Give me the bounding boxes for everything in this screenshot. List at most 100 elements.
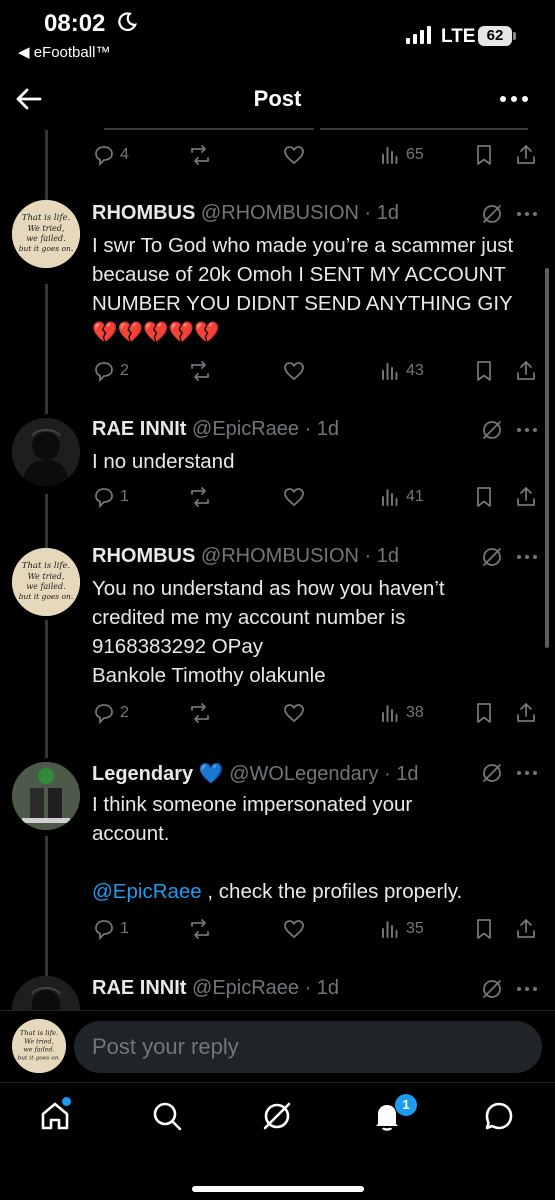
heart-icon — [284, 704, 304, 723]
reply-count: 1 — [120, 488, 129, 505]
thread-line — [45, 620, 48, 758]
bookmark-icon — [477, 703, 491, 723]
like-button[interactable] — [282, 482, 306, 512]
grok-icon[interactable] — [480, 761, 504, 785]
mention-link[interactable]: @EpicRaee — [92, 880, 202, 903]
author-name[interactable]: RHOMBUS — [92, 545, 195, 567]
like-button[interactable] — [282, 356, 306, 386]
svg-text:We tried,: We tried, — [28, 572, 65, 581]
like-button[interactable] — [282, 914, 306, 944]
share-button[interactable] — [514, 356, 538, 386]
like-button[interactable] — [282, 698, 306, 728]
avatar[interactable]: That is life. We tried, we failed. but i… — [12, 548, 80, 616]
status-time: 08:02 — [44, 10, 106, 37]
more-options-icon[interactable] — [514, 418, 540, 442]
grok-icon[interactable] — [480, 977, 504, 1001]
reply-count: 2 — [120, 704, 129, 721]
thread-line — [45, 130, 48, 200]
more-options-icon[interactable] — [498, 84, 530, 114]
share-button[interactable] — [514, 140, 538, 170]
author-name[interactable]: RAE INNIt — [92, 418, 186, 440]
share-icon — [517, 145, 535, 164]
reply-button[interactable]: 1 — [92, 482, 129, 512]
svg-text:but it goes on.: but it goes on. — [19, 592, 74, 601]
messages-icon[interactable] — [482, 1099, 516, 1133]
author-line: RAE INNIt @EpicRaee · 1d — [92, 977, 465, 1000]
share-icon — [517, 919, 535, 938]
repost-icon — [191, 487, 209, 507]
scrollbar[interactable] — [545, 268, 549, 648]
reply-text-line: credited me my account number is — [92, 606, 406, 629]
avatar[interactable] — [12, 418, 80, 486]
reply-composer: That is life. We tried, we failed. but i… — [0, 1010, 555, 1082]
author-handle[interactable]: @EpicRaee · 1d — [192, 977, 339, 999]
author-name[interactable]: RAE INNIt — [92, 977, 186, 999]
author-handle[interactable]: @WOLegendary · 1d — [229, 763, 418, 785]
repost-button[interactable] — [188, 914, 212, 944]
back-to-app-link[interactable]: ◀ eFootball™ — [18, 43, 110, 61]
more-options-icon[interactable] — [514, 545, 540, 569]
more-options-icon[interactable] — [514, 202, 540, 226]
author-line: RAE INNIt @EpicRaee · 1d — [92, 418, 465, 441]
reply-button[interactable]: 2 — [92, 698, 129, 728]
grok-icon[interactable] — [480, 202, 504, 226]
signal-icon — [406, 26, 431, 44]
views-button[interactable]: 43 — [378, 356, 424, 386]
heart-icon — [284, 920, 304, 939]
avatar[interactable] — [12, 762, 80, 830]
views-button[interactable]: 38 — [378, 698, 424, 728]
reply-button[interactable]: 4 — [92, 140, 129, 170]
reply-button[interactable]: 2 — [92, 356, 129, 386]
bookmark-button[interactable] — [472, 356, 496, 386]
reply-icon — [95, 146, 113, 167]
author-handle[interactable]: @EpicRaee · 1d — [192, 418, 339, 440]
share-button[interactable] — [514, 482, 538, 512]
reply-input[interactable] — [74, 1021, 542, 1073]
views-button[interactable]: 65 — [378, 140, 424, 170]
svg-text:we failed.: we failed. — [26, 234, 65, 243]
repost-button[interactable] — [188, 698, 212, 728]
reply-text-line: Bankole Timothy olakunle — [92, 664, 326, 687]
views-icon — [382, 705, 398, 722]
repost-button[interactable] — [188, 482, 212, 512]
like-button[interactable] — [282, 140, 306, 170]
heart-icon — [284, 488, 304, 507]
more-options-icon[interactable] — [514, 977, 540, 1001]
bookmark-button[interactable] — [472, 914, 496, 944]
bookmark-button[interactable] — [472, 140, 496, 170]
bookmark-button[interactable] — [472, 698, 496, 728]
grok-icon[interactable] — [480, 418, 504, 442]
repost-button[interactable] — [188, 140, 212, 170]
author-name[interactable]: Legendary — [92, 763, 193, 785]
repost-icon — [191, 145, 209, 165]
bookmark-button[interactable] — [472, 482, 496, 512]
reply-count: 1 — [120, 920, 129, 937]
author-handle[interactable]: @RHOMBUSION · 1d — [201, 545, 399, 567]
page-title: Post — [253, 86, 302, 111]
blue-heart-emoji: 💙 — [198, 763, 224, 785]
author-line: RHOMBUS @RHOMBUSION · 1d — [92, 202, 465, 225]
share-button[interactable] — [514, 698, 538, 728]
search-icon[interactable] — [150, 1099, 184, 1133]
views-count: 43 — [406, 362, 424, 379]
thread-line — [45, 494, 48, 548]
more-options-icon[interactable] — [514, 761, 540, 785]
my-avatar[interactable]: That is life. We tried, we failed. but i… — [12, 1019, 66, 1073]
views-button[interactable]: 35 — [378, 914, 424, 944]
repost-button[interactable] — [188, 356, 212, 386]
moon-icon — [118, 12, 138, 32]
author-handle[interactable]: @RHOMBUSION · 1d — [201, 202, 399, 224]
reply-text: You no understand as how you haven’t cre… — [92, 574, 532, 690]
reply-button[interactable]: 1 — [92, 914, 129, 944]
author-name[interactable]: RHOMBUS — [92, 202, 195, 224]
svg-text:We tried,: We tried, — [24, 1038, 53, 1046]
battery-icon: 62 — [478, 26, 516, 46]
grok-icon[interactable] — [260, 1099, 294, 1133]
quote-avatar-image: That is life. We tried, we failed. but i… — [12, 548, 80, 616]
share-button[interactable] — [514, 914, 538, 944]
views-count: 65 — [406, 146, 424, 163]
quote-avatar-image: That is life. We tried, we failed. but i… — [12, 200, 80, 268]
avatar[interactable]: That is life. We tried, we failed. but i… — [12, 200, 80, 268]
views-button[interactable]: 41 — [378, 482, 424, 512]
grok-icon[interactable] — [480, 545, 504, 569]
